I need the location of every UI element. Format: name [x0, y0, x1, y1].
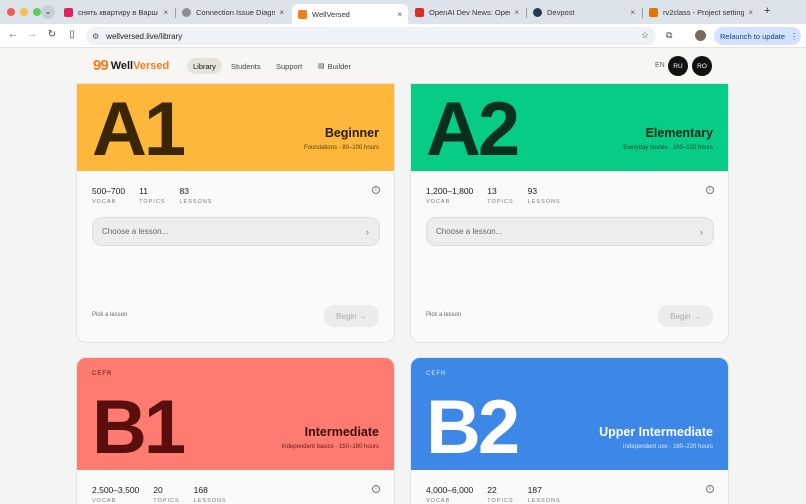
browser-tab-wellversed[interactable]: WellVersed ×	[292, 4, 408, 24]
level-name: Upper Intermediate	[599, 425, 713, 439]
browser-toolbar: ← → ↻ ▯ ⚙ wellversed.live/library ☆ ⧉ Re…	[0, 24, 806, 48]
stat-topics: 22 TOPICS	[487, 485, 514, 504]
site-settings-icon[interactable]: ⚙	[92, 32, 99, 41]
stat-topics: 11 TOPICS	[139, 186, 166, 205]
address-bar[interactable]: ⚙ wellversed.live/library ☆	[86, 27, 656, 45]
level-code: A1	[92, 87, 186, 172]
browser-tab-connection-issue[interactable]: Connection Issue Diagno ×	[176, 4, 290, 21]
level-code: B1	[92, 385, 186, 470]
level-code: A2	[426, 87, 520, 172]
level-code: B2	[426, 385, 520, 470]
nav-builder[interactable]: ▤ Builder	[312, 58, 357, 74]
language-selector[interactable]: EN	[655, 62, 665, 69]
tab-favicon-icon	[298, 9, 307, 19]
tab-close-icon[interactable]: ×	[279, 8, 284, 17]
browser-tab-rv2class[interactable]: rv2class - Project setting ×	[643, 4, 759, 21]
level-card-b1[interactable]: CEFR B1 Intermediate Independent basics …	[76, 357, 395, 504]
browser-tab-devpost[interactable]: Devpost ×	[527, 4, 641, 21]
url-text: wellversed.live/library	[106, 31, 183, 41]
wellversed-logo[interactable]: 99 WellVersed	[93, 58, 169, 73]
sidebar-toggle-icon[interactable]: ▯	[65, 29, 79, 40]
level-subtitle: Independent basics · 150–180 hours	[281, 444, 379, 450]
stat-topics: 13 TOPICS	[487, 186, 514, 205]
level-name: Intermediate	[304, 425, 379, 439]
tab-favicon-icon	[415, 8, 424, 17]
stat-topics: 20 TOPICS	[153, 485, 180, 504]
begin-button[interactable]: Begin →	[324, 305, 379, 327]
level-name: Elementary	[645, 126, 713, 140]
pick-lesson-hint: Pick a lesson	[426, 312, 462, 318]
stat-vocab: 4,000–6,000 VOCAB	[426, 485, 474, 504]
reload-icon[interactable]: ↻	[45, 29, 59, 40]
stat-lessons: 83 LESSONS	[179, 186, 213, 205]
level-subtitle: Everyday stories · 100–120 hours	[623, 145, 713, 151]
tab-close-icon[interactable]: ×	[514, 8, 519, 17]
level-subtitle: Independent use · 180–220 hours	[622, 444, 713, 450]
back-arrow-icon[interactable]: ←	[6, 29, 20, 40]
extensions-icon[interactable]: ⧉	[666, 30, 672, 41]
lesson-select[interactable]: Choose a lesson... ›	[426, 217, 714, 246]
nav-support[interactable]: Support	[270, 58, 308, 74]
menu-dots-icon[interactable]: ⋮	[790, 32, 798, 41]
begin-button[interactable]: Begin →	[658, 305, 713, 327]
tab-favicon-icon	[533, 8, 542, 17]
builder-icon: ▤	[318, 63, 325, 70]
maximize-window-button[interactable]	[33, 8, 41, 16]
level-stats: 1,200–1,800 VOCAB 13 TOPICS 93 LESSONS	[426, 186, 575, 205]
chevron-right-icon: ›	[366, 226, 369, 237]
new-tab-button[interactable]: +	[764, 5, 770, 17]
level-card-a1[interactable]: A1 Beginner Foundations · 80–100 hours 5…	[76, 83, 395, 343]
tab-close-icon[interactable]: ×	[748, 8, 753, 17]
tab-favicon-icon	[182, 8, 191, 17]
stat-lessons: 187 LESSONS	[527, 485, 561, 504]
info-icon[interactable]: i	[372, 186, 380, 194]
browser-tab-openai-dev-news[interactable]: OpenAI Dev News: Open ×	[409, 4, 525, 21]
level-name: Beginner	[324, 126, 379, 140]
stat-lessons: 93 LESSONS	[527, 186, 561, 205]
tab-favicon-icon	[649, 8, 658, 17]
app-header: 99 WellVersed Library Students Support ▤…	[0, 49, 806, 82]
stat-vocab: 1,200–1,800 VOCAB	[426, 186, 474, 205]
info-icon[interactable]: i	[372, 485, 380, 493]
level-banner: CEFR B2 Upper Intermediate Independent u…	[411, 358, 728, 470]
stat-vocab: 2,500–3,500 VOCAB	[92, 485, 140, 504]
stat-lessons: 168 LESSONS	[193, 485, 227, 504]
minimize-window-button[interactable]	[20, 8, 28, 16]
level-subtitle: Foundations · 80–100 hours	[303, 145, 379, 151]
forward-arrow-icon[interactable]: →	[25, 29, 39, 40]
tab-favicon-icon	[64, 8, 73, 17]
level-card-a2[interactable]: A2 Elementary Everyday stories · 100–120…	[410, 83, 729, 343]
logo-quote-icon: 99	[93, 57, 109, 74]
chevron-right-icon: ›	[700, 226, 703, 237]
avatar-ro[interactable]: RO	[692, 56, 712, 76]
cefr-tag: CEFR	[426, 371, 447, 377]
level-stats: 500–700 VOCAB 11 TOPICS 83 LESSONS	[92, 186, 226, 205]
tab-close-icon[interactable]: ×	[163, 8, 168, 17]
level-banner: A1 Beginner Foundations · 80–100 hours	[77, 84, 394, 171]
tab-close-icon[interactable]: ×	[397, 10, 402, 19]
lesson-select[interactable]: Choose a lesson... ›	[92, 217, 380, 246]
level-card-b2[interactable]: CEFR B2 Upper Intermediate Independent u…	[410, 357, 729, 504]
close-window-button[interactable]	[7, 8, 15, 16]
info-icon[interactable]: i	[706, 186, 714, 194]
stat-vocab: 500–700 VOCAB	[92, 186, 126, 205]
tab-search-chevron-icon[interactable]: ⌄	[41, 5, 55, 19]
pick-lesson-hint: Pick a lesson	[92, 312, 128, 318]
nav-students[interactable]: Students	[225, 58, 267, 74]
tab-close-icon[interactable]: ×	[630, 8, 635, 17]
relaunch-to-update-button[interactable]: Relaunch to update ⋮	[714, 27, 801, 45]
info-icon[interactable]: i	[706, 485, 714, 493]
nav-library[interactable]: Library	[187, 58, 222, 74]
profile-avatar[interactable]	[695, 30, 706, 41]
level-stats: 4,000–6,000 VOCAB 22 TOPICS 187 LESSONS	[426, 485, 575, 504]
avatar-ru[interactable]: RU	[668, 56, 688, 76]
level-banner: A2 Elementary Everyday stories · 100–120…	[411, 84, 728, 171]
bookmark-star-icon[interactable]: ☆	[641, 30, 649, 41]
browser-tab-bar: ⌄ снять квартиру в Варш × Connection Iss…	[0, 0, 806, 24]
cefr-tag: CEFR	[92, 371, 113, 377]
level-stats: 2,500–3,500 VOCAB 20 TOPICS 168 LESSONS	[92, 485, 241, 504]
browser-tab-rent-apartment[interactable]: снять квартиру в Варш ×	[58, 4, 174, 21]
level-banner: CEFR B1 Intermediate Independent basics …	[77, 358, 394, 470]
